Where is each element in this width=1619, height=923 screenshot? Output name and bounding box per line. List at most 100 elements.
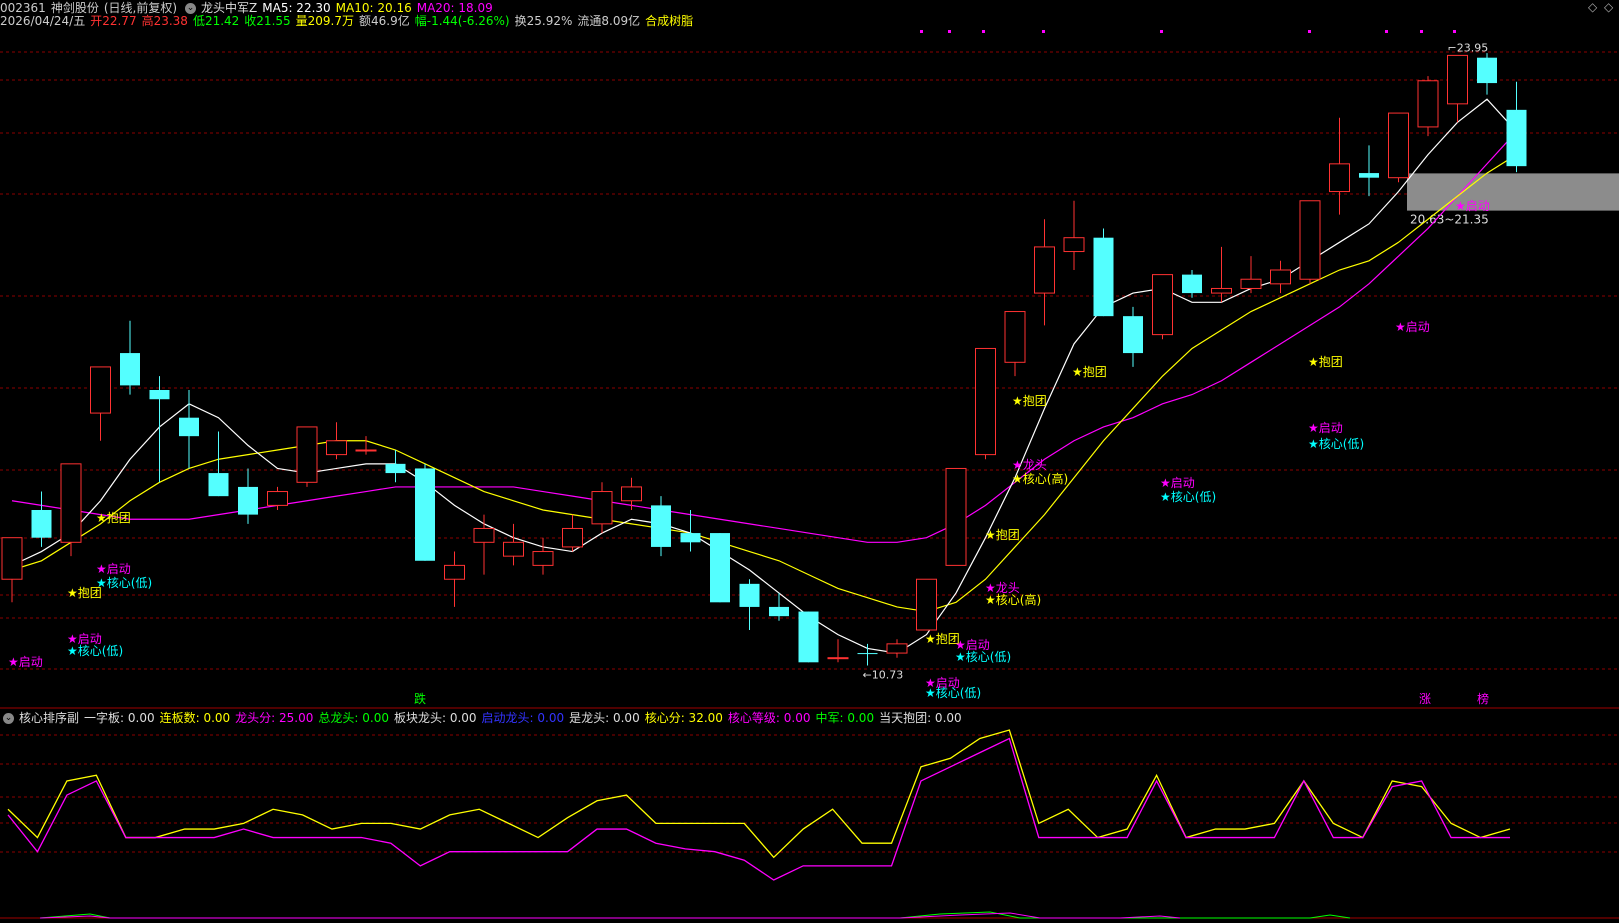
candle-body-20 bbox=[591, 491, 613, 525]
candle-body-11 bbox=[326, 440, 347, 456]
candle-body-1 bbox=[31, 510, 52, 538]
candle-body-2 bbox=[60, 463, 82, 543]
candle-body-30 bbox=[886, 643, 908, 654]
candle-body-26 bbox=[769, 606, 789, 617]
candle-body-45 bbox=[1329, 163, 1350, 193]
quote-concept[interactable]: 合成树脂 bbox=[645, 14, 693, 28]
quote-float: 流通8.09亿 bbox=[577, 14, 641, 28]
sub-core-level: 核心等级: 0.00 bbox=[727, 711, 811, 725]
top-marker-0 bbox=[920, 30, 923, 33]
quote-close: 收21.55 bbox=[244, 14, 291, 28]
tag-13: ★核心(高) bbox=[985, 592, 1041, 607]
tag-0: ★启动 bbox=[8, 655, 43, 669]
marker-bang: 榜 bbox=[1477, 691, 1489, 706]
candle-body-40 bbox=[1182, 274, 1202, 294]
candle-body-6 bbox=[179, 417, 199, 437]
candle-body-10 bbox=[296, 426, 318, 483]
candle-body-9 bbox=[267, 491, 288, 506]
candle-body-44 bbox=[1299, 200, 1321, 280]
sub-start-longtou: 启动龙头: 0.00 bbox=[481, 711, 565, 725]
candle-body-43 bbox=[1270, 269, 1291, 285]
candle-body-49 bbox=[1447, 54, 1468, 105]
tag-6: ★抱团 bbox=[96, 510, 131, 525]
sub-block-longtou: 板块龙头: 0.00 bbox=[393, 711, 477, 725]
candle-body-15 bbox=[444, 564, 465, 580]
quote-high: 高23.38 bbox=[141, 14, 188, 28]
candle-body-21 bbox=[621, 486, 642, 502]
candle-body-35 bbox=[1034, 246, 1055, 294]
price-zone bbox=[1407, 173, 1619, 211]
tag-19: ★启动 bbox=[1160, 476, 1195, 490]
tag-16: ★核心(高) bbox=[1012, 471, 1068, 486]
sub-lianban: 连板数: 0.00 bbox=[159, 711, 231, 725]
tag-2: ★核心(低) bbox=[67, 644, 123, 658]
sub-yiziban: 一字板: 0.00 bbox=[84, 711, 155, 725]
top-marker-3 bbox=[1042, 30, 1045, 33]
candle-body-31 bbox=[916, 578, 937, 631]
high-price-label: ⌐23.95 bbox=[1448, 41, 1489, 54]
candle-body-24 bbox=[710, 533, 730, 603]
chevron-down-icon-sub[interactable]: ⌄ bbox=[3, 713, 14, 724]
candle-body-33 bbox=[975, 347, 996, 456]
candle-body-4 bbox=[120, 353, 140, 386]
quote-bar: 2026/04/24/五 开22.77 高23.38 低21.42 收21.55 量209… bbox=[0, 13, 698, 29]
top-marker-8 bbox=[1453, 30, 1456, 33]
tag-25: ★启动 bbox=[1455, 199, 1490, 213]
ma10-line bbox=[11, 154, 1517, 613]
tag-24: ★启动 bbox=[1395, 320, 1430, 334]
candle-body-14 bbox=[415, 468, 435, 561]
sub-zhongjun: 中军: 0.00 bbox=[815, 711, 875, 725]
candle-body-32 bbox=[945, 467, 967, 566]
marker-die: 跌 bbox=[414, 691, 426, 706]
candle-body-48 bbox=[1417, 80, 1439, 128]
tag-17: ★抱团 bbox=[1012, 393, 1047, 408]
tag-15: ★龙头 bbox=[1012, 458, 1047, 472]
tag-11: ★核心(低) bbox=[925, 686, 981, 700]
quote-amount: 额46.9亿 bbox=[359, 14, 410, 28]
candle-body-0 bbox=[1, 537, 23, 580]
candle-body-29 bbox=[857, 653, 878, 655]
quote-date: 2026/04/24/五 bbox=[0, 14, 86, 28]
sub-core-score: 核心分: 32.00 bbox=[644, 711, 723, 725]
diamond-icon[interactable]: ◇ bbox=[1588, 0, 1597, 14]
candle-body-50 bbox=[1477, 57, 1497, 84]
sub-indicator-bar: ⌄ 核心排序副 一字板: 0.00 连板数: 0.00 龙头分: 25.00 总龙头: 0… bbox=[0, 710, 967, 726]
ma5-line bbox=[11, 98, 1517, 654]
quote-turnover: 换25.92% bbox=[514, 14, 573, 28]
tag-9: ★核心(低) bbox=[955, 650, 1011, 664]
quote-open: 开22.77 bbox=[90, 14, 137, 28]
candle-body-22 bbox=[651, 505, 671, 547]
tag-22: ★核心(低) bbox=[1308, 437, 1364, 451]
quote-low: 低21.42 bbox=[192, 14, 240, 28]
sub-total-longtou: 总龙头: 0.00 bbox=[318, 711, 389, 725]
candle-body-38 bbox=[1123, 316, 1143, 354]
diamond-icon-2[interactable]: ◇ bbox=[1604, 0, 1613, 14]
kline-chart[interactable]: 20.63~21.35⌐23.95←10.73★启动★启动★核心(低)★抱团★启… bbox=[0, 0, 1619, 923]
candle-body-36 bbox=[1063, 237, 1085, 253]
candle-body-46 bbox=[1359, 173, 1379, 178]
tag-14: ★抱团 bbox=[985, 527, 1020, 542]
candle-body-41 bbox=[1211, 287, 1232, 294]
tag-18: ★抱团 bbox=[1072, 364, 1107, 379]
candle-body-8 bbox=[238, 486, 258, 515]
candle-body-18 bbox=[532, 551, 554, 566]
top-marker-4 bbox=[1160, 30, 1163, 33]
candle-body-7 bbox=[208, 473, 229, 497]
sub-series-0 bbox=[7, 729, 1511, 859]
quote-volume: 量209.7万 bbox=[295, 14, 355, 28]
candle-body-47 bbox=[1388, 112, 1409, 179]
sub-title[interactable]: 核心排序副 bbox=[19, 711, 79, 725]
tag-23: ★抱团 bbox=[1308, 354, 1343, 369]
tag-5: ★核心(低) bbox=[96, 576, 152, 590]
top-marker-6 bbox=[1385, 30, 1388, 33]
candle-body-12 bbox=[355, 449, 377, 452]
tag-4: ★启动 bbox=[96, 562, 131, 576]
candle-body-34 bbox=[1004, 311, 1026, 363]
candle-body-16 bbox=[473, 527, 495, 543]
tag-20: ★核心(低) bbox=[1160, 490, 1216, 504]
candle-body-37 bbox=[1093, 237, 1114, 317]
candle-body-23 bbox=[680, 533, 701, 543]
candle-body-5 bbox=[149, 390, 170, 400]
low-price-label: ←10.73 bbox=[863, 669, 904, 682]
sub-volume-line bbox=[39, 911, 1351, 919]
